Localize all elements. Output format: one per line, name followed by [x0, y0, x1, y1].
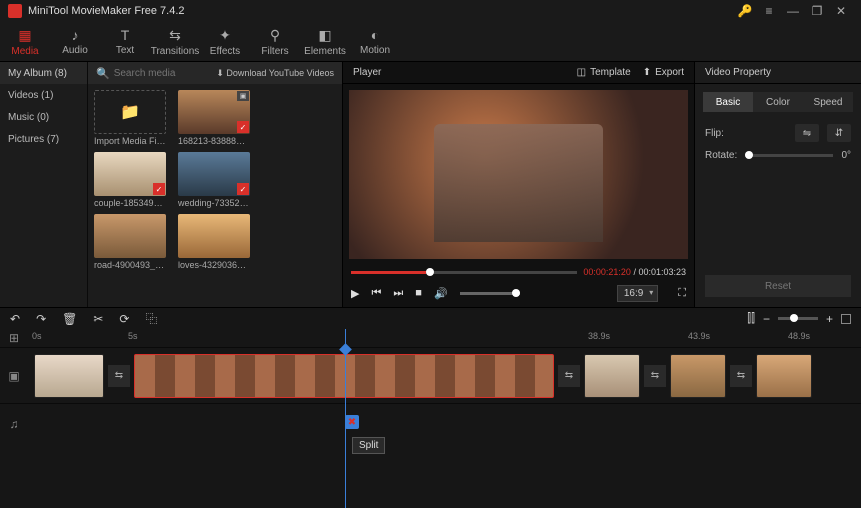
undo-button[interactable]: ↶	[10, 312, 20, 326]
close-icon[interactable]: ✕	[829, 4, 853, 18]
flip-horizontal-button[interactable]: ⇋	[795, 124, 819, 142]
rotate-label: Rotate:	[705, 150, 737, 161]
media-label: loves-4329036_1280	[178, 260, 250, 270]
media-thumbnail[interactable]: ✓	[178, 152, 250, 196]
category-item[interactable]: Videos (1)	[0, 84, 87, 106]
player-progress[interactable]	[351, 271, 577, 274]
export-button[interactable]: ⬆ Export	[643, 67, 684, 78]
maximize-icon[interactable]: ❐	[805, 4, 829, 18]
timeline-view-icon[interactable]: ⫿⫿	[747, 311, 755, 326]
license-key-icon[interactable]: 🔑	[733, 4, 757, 18]
tool-filters[interactable]: ⚲Filters	[250, 22, 300, 61]
media-thumbnail[interactable]	[94, 214, 166, 258]
media-thumbnail[interactable]: ▣✓	[178, 90, 250, 134]
zoom-out-button[interactable]: −	[763, 312, 770, 326]
stop-button[interactable]: ■	[415, 287, 422, 299]
timeline-clip[interactable]	[34, 354, 104, 398]
download-youtube-link[interactable]: ⬇ Download YouTube Videos	[216, 68, 334, 79]
play-button[interactable]: ▶	[351, 287, 359, 300]
transition-slot[interactable]: ⇆	[108, 365, 130, 387]
media-label: road-4900493_1280	[94, 260, 166, 270]
tool-text[interactable]: TText	[100, 22, 150, 61]
timeline-tick: 5s	[128, 331, 138, 341]
template-button[interactable]: ◫ Template	[577, 67, 631, 78]
album-header: My Album (8)	[0, 62, 87, 84]
property-tab-color[interactable]: Color	[753, 92, 803, 112]
fit-button[interactable]	[841, 314, 851, 324]
import-media-button[interactable]: 📁	[94, 90, 166, 134]
add-track-icon[interactable]: ⊞	[0, 329, 28, 347]
timeline-clip[interactable]	[756, 354, 812, 398]
split-tooltip: Split	[352, 437, 385, 454]
timeline-clip[interactable]	[134, 354, 554, 398]
timeline-tick: 0s	[32, 331, 42, 341]
player-title: Player	[353, 67, 381, 78]
transition-slot[interactable]: ⇆	[730, 365, 752, 387]
tool-transitions[interactable]: ⇆Transitions	[150, 22, 200, 61]
player-time: 00:00:21:20 / 00:01:03:23	[583, 267, 686, 277]
zoom-in-button[interactable]: +	[826, 312, 833, 326]
crop-button[interactable]: ⿻	[145, 310, 157, 327]
audio-track-icon: ♫	[0, 417, 28, 431]
property-title: Video Property	[695, 62, 861, 84]
zoom-slider[interactable]	[778, 317, 818, 320]
split-marker-icon[interactable]: ✖	[345, 415, 359, 429]
app-title: MiniTool MovieMaker Free 7.4.2	[28, 5, 733, 17]
transition-slot[interactable]: ⇆	[558, 365, 580, 387]
media-thumbnail[interactable]: ✓	[94, 152, 166, 196]
split-button[interactable]: ✂	[93, 312, 103, 326]
delete-button[interactable]: 🗑	[62, 312, 77, 326]
transition-slot[interactable]: ⇆	[644, 365, 666, 387]
video-track-icon: ▣	[0, 369, 28, 383]
tool-media[interactable]: ▦Media	[0, 22, 50, 61]
fullscreen-button[interactable]: ⛶	[678, 287, 686, 300]
tool-motion[interactable]: ◐Motion	[350, 22, 400, 61]
reset-button[interactable]: Reset	[705, 275, 851, 297]
timeline-tick: 48.9s	[788, 331, 810, 341]
speed-button[interactable]: ⟳	[119, 312, 129, 326]
search-icon: 🔍	[96, 67, 110, 80]
flip-label: Flip:	[705, 128, 724, 139]
media-thumbnail[interactable]	[178, 214, 250, 258]
timeline-tick: 38.9s	[588, 331, 610, 341]
media-label: wedding-7335258_...	[178, 198, 250, 208]
next-button[interactable]: ⏭	[393, 287, 403, 300]
tool-audio[interactable]: ♪Audio	[50, 22, 100, 61]
media-label: Import Media Files	[94, 136, 166, 146]
media-label: 168213-838884062...	[178, 136, 250, 146]
volume-slider[interactable]	[460, 292, 520, 295]
search-input[interactable]	[114, 68, 204, 79]
rotate-value: 0°	[841, 150, 851, 161]
rotate-slider[interactable]	[745, 154, 833, 157]
minimize-icon[interactable]: —	[781, 4, 805, 18]
flip-vertical-button[interactable]: ⇵	[827, 124, 851, 142]
property-tab-speed[interactable]: Speed	[803, 92, 853, 112]
tool-effects[interactable]: ✦Effects	[200, 22, 250, 61]
media-label: couple-1853499_12...	[94, 198, 166, 208]
prev-button[interactable]: ⏮	[371, 287, 381, 300]
app-logo	[8, 4, 22, 18]
tool-elements[interactable]: ◧Elements	[300, 22, 350, 61]
menu-icon[interactable]: ≡	[757, 4, 781, 18]
category-item[interactable]: Pictures (7)	[0, 128, 87, 150]
timeline-clip[interactable]	[670, 354, 726, 398]
property-tab-basic[interactable]: Basic	[703, 92, 753, 112]
timeline-clip[interactable]	[584, 354, 640, 398]
category-item[interactable]: Music (0)	[0, 106, 87, 128]
redo-button[interactable]: ↷	[36, 312, 46, 326]
aspect-select[interactable]: 16:9	[617, 285, 658, 302]
player-preview[interactable]	[349, 90, 688, 259]
timeline-tick: 43.9s	[688, 331, 710, 341]
volume-icon[interactable]: 🔊	[434, 287, 448, 300]
